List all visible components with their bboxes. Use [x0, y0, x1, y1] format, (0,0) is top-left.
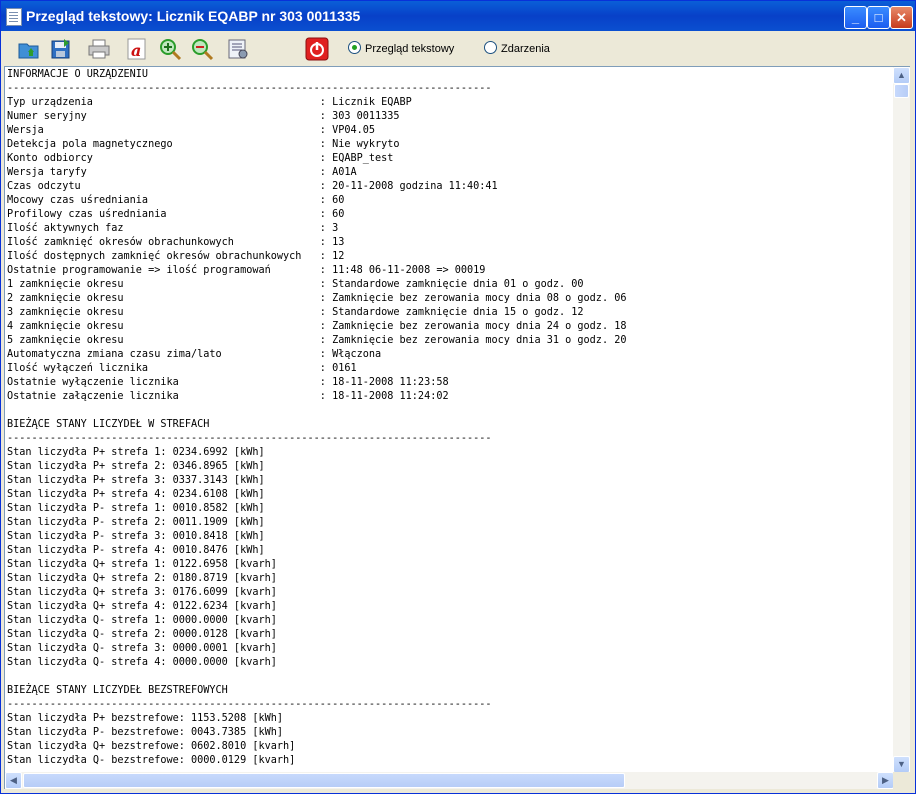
report-line: Stan liczydła P- strefa 3: 0010.8418 [kW…: [7, 531, 265, 542]
text-view-label: Przegląd tekstowy: [365, 43, 455, 55]
report-line: Ostatnie programowanie => ilość programo…: [7, 265, 486, 276]
power-icon[interactable]: [305, 37, 331, 61]
report-line: Stan liczydła Q- strefa 3: 0000.0001 [kv…: [7, 643, 277, 654]
report-line: Stan liczydła Q- strefa 4: 0000.0000 [kv…: [7, 657, 277, 668]
report-line: [7, 404, 626, 418]
report-line: Stan liczydła P- bezstrefowe: 0043.7385 …: [7, 727, 284, 738]
report-line: Profilowy czas uśredniania : 60: [7, 209, 345, 220]
report-line: Stan liczydła Q+ strefa 2: 0180.8719 [kv…: [7, 573, 277, 584]
report-line: Numer seryjny : 303 0011335: [7, 111, 400, 122]
report-line: [7, 670, 626, 684]
report-line: Stan liczydła P- strefa 2: 0011.1909 [kW…: [7, 517, 265, 528]
report-line: BIEŻĄCE STANY LICZYDEŁ W STREFACH: [7, 419, 210, 430]
report-line: Stan liczydła Q+ strefa 1: 0122.6958 [kv…: [7, 559, 277, 570]
report-line: Konto odbiorcy : EQABP_test: [7, 153, 394, 164]
document-icon: [6, 8, 22, 26]
report-line: 2 zamknięcie okresu : Zamknięcie bez zer…: [7, 293, 627, 304]
report-line: Stan liczydła P+ strefa 4: 0234.6108 [kW…: [7, 489, 265, 500]
save-icon[interactable]: [48, 37, 74, 61]
report-line: Stan liczydła Q- bezstrefowe: 0000.0129 …: [7, 755, 296, 766]
radio-unselected-icon: [484, 41, 497, 54]
report-line: Stan liczydła Q+ bezstrefowe: 0602.8010 …: [7, 741, 296, 752]
zoom-out-icon[interactable]: [190, 37, 216, 61]
window-title: Przegląd tekstowy: Licznik EQABP nr 303 …: [26, 8, 361, 24]
horizontal-scrollbar[interactable]: ◀ ▶: [4, 772, 895, 789]
report-line: Stan liczydła P+ strefa 2: 0346.8965 [kW…: [7, 461, 265, 472]
report-line: 1 zamknięcie okresu : Standardowe zamkni…: [7, 279, 584, 290]
scroll-up-button[interactable]: ▲: [893, 67, 910, 84]
vertical-scroll-thumb[interactable]: [894, 84, 909, 98]
resize-grip[interactable]: [893, 772, 910, 789]
report-line: Typ urządzenia : Licznik EQABP: [7, 97, 412, 108]
scroll-down-button[interactable]: ▼: [893, 756, 910, 773]
report-line: Czas odczytu : 20-11-2008 godzina 11:40:…: [7, 181, 498, 192]
vertical-scrollbar[interactable]: ▲ ▼: [893, 66, 910, 774]
report-line: ----------------------------------------…: [7, 699, 492, 710]
report-line: Stan liczydła P+ strefa 1: 0234.6992 [kW…: [7, 447, 265, 458]
report-line: Stan liczydła P- strefa 4: 0010.8476 [kW…: [7, 545, 265, 556]
report-line: Wersja : VP04.05: [7, 125, 376, 136]
scroll-right-button[interactable]: ▶: [877, 772, 894, 789]
report-line: Ilość dostępnych zamknięć okresów obrach…: [7, 251, 345, 262]
events-label: Zdarzenia: [501, 43, 550, 55]
report-line: Stan liczydła Q- strefa 1: 0000.0000 [kv…: [7, 615, 277, 626]
settings-icon[interactable]: [226, 37, 252, 61]
report-line: ----------------------------------------…: [7, 83, 492, 94]
report-line: 3 zamknięcie okresu : Standardowe zamkni…: [7, 307, 584, 318]
report-line: Wersja taryfy : A01A: [7, 167, 357, 178]
maximize-button[interactable]: □: [867, 6, 890, 29]
report-line: Stan liczydła P+ strefa 3: 0337.3143 [kW…: [7, 475, 265, 486]
report-line: Mocowy czas uśredniania : 60: [7, 195, 345, 206]
close-button[interactable]: ✕: [890, 6, 913, 29]
report-line: Stan liczydła Q+ strefa 4: 0122.6234 [kv…: [7, 601, 277, 612]
report-line: 5 zamknięcie okresu : Zamknięcie bez zer…: [7, 335, 627, 346]
report-line: Stan liczydła Q- strefa 2: 0000.0128 [kv…: [7, 629, 277, 640]
report-line: Automatyczna zmiana czasu zima/lato : Wł…: [7, 349, 382, 360]
report-line: Ostatnie wyłączenie licznika : 18-11-200…: [7, 377, 449, 388]
report-line: BIEŻĄCE STANY LICZYDEŁ BEZSTREFOWYCH: [7, 685, 228, 696]
zoom-in-icon[interactable]: [158, 37, 184, 61]
print-icon[interactable]: [86, 37, 112, 61]
report-line: Ilość zamknięć okresów obrachunkowych : …: [7, 237, 345, 248]
minimize-button[interactable]: _: [844, 6, 867, 29]
report-line: Stan liczydła Q+ strefa 3: 0176.6099 [kv…: [7, 587, 277, 598]
report-line: 4 zamknięcie okresu : Zamknięcie bez zer…: [7, 321, 627, 332]
scroll-left-button[interactable]: ◀: [5, 772, 22, 789]
report-line: Ostatnie załączenie licznika : 18-11-200…: [7, 391, 449, 402]
report-line: INFORMACJE O URZĄDZENIU: [7, 69, 149, 80]
title-bar[interactable]: Przegląd tekstowy: Licznik EQABP nr 303 …: [1, 1, 915, 31]
report-line: Detekcja pola magnetycznego : Nie wykryt…: [7, 139, 400, 150]
report-line: Ilość aktywnych faz : 3: [7, 223, 339, 234]
report-line: Ilość wyłączeń licznika : 0161: [7, 363, 357, 374]
text-view-radio[interactable]: Przegląd tekstowy: [348, 41, 454, 55]
toolbar: a Przegląd tekstowy Zdarzenia: [1, 31, 915, 67]
report-line: ----------------------------------------…: [7, 433, 492, 444]
report-line: Stan liczydła P- strefa 1: 0010.8582 [kW…: [7, 503, 265, 514]
report-text: INFORMACJE O URZĄDZENIU -----------------…: [7, 68, 626, 768]
horizontal-scroll-thumb[interactable]: [23, 773, 625, 788]
svg-text:a: a: [131, 41, 141, 60]
events-radio[interactable]: Zdarzenia: [484, 41, 550, 55]
open-icon[interactable]: [16, 37, 42, 61]
report-line: Stan liczydła P+ bezstrefowe: 1153.5208 …: [7, 713, 284, 724]
radio-selected-icon: [348, 41, 361, 54]
report-text-area[interactable]: INFORMACJE O URZĄDZENIU -----------------…: [4, 66, 895, 774]
pdf-icon[interactable]: a: [124, 37, 150, 61]
